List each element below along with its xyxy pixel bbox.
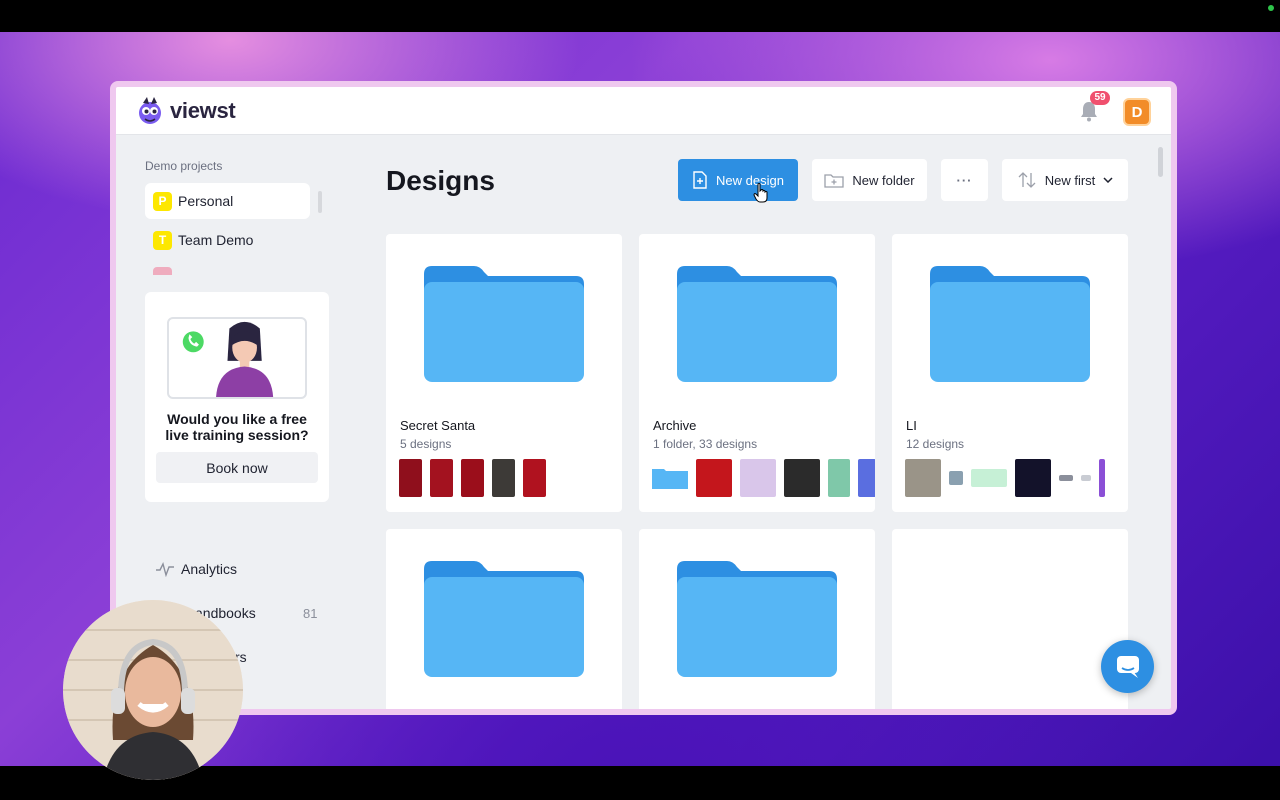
folder-name: LI	[906, 418, 917, 433]
page-title: Designs	[386, 165, 495, 196]
project-initial-badge	[153, 267, 172, 275]
folder-card[interactable]	[386, 529, 622, 709]
folder-icon	[677, 266, 837, 382]
folder-thumbnails	[652, 459, 875, 497]
subfolder-thumbnail	[652, 469, 688, 489]
folder-card-archive[interactable]: Archive 1 folder, 33 designs	[639, 234, 875, 512]
projects-section-title: Demo projects	[145, 159, 223, 173]
designs-main: Designs New design New folder ··· New fi…	[386, 147, 1171, 709]
notifications-count-badge: 59	[1090, 91, 1110, 105]
project-item-personal[interactable]: P Personal	[145, 183, 310, 219]
design-thumbnail	[430, 459, 453, 497]
app-header: viewst 59 D	[116, 87, 1171, 135]
design-thumbnail	[1099, 459, 1105, 497]
viewst-logo[interactable]: viewst	[134, 95, 236, 127]
design-thumbnail	[784, 459, 820, 497]
project-initial-badge: T	[153, 230, 172, 250]
design-thumbnail	[971, 469, 1007, 487]
brandbooks-count: 81	[303, 606, 318, 621]
folder-icon	[677, 561, 837, 677]
chat-bubble-icon	[1116, 655, 1139, 678]
design-thumbnail	[492, 459, 515, 497]
sort-label: New first	[1044, 172, 1096, 188]
folder-meta: 1 folder, 33 designs	[653, 437, 758, 451]
empty-card	[892, 529, 1128, 709]
folder-thumbnails	[399, 459, 622, 497]
folder-meta: 5 designs	[400, 437, 452, 451]
sort-dropdown[interactable]: New first	[1002, 159, 1128, 201]
project-item-team-demo[interactable]: T Team Demo	[145, 222, 310, 258]
project-initial-badge: P	[153, 191, 172, 211]
chat-support-button[interactable]	[1101, 640, 1154, 693]
user-avatar[interactable]: D	[1123, 98, 1151, 126]
more-options-icon: ···	[956, 172, 973, 188]
recording-indicator	[1268, 5, 1274, 11]
design-thumbnail	[949, 471, 963, 485]
folder-card-secret-santa[interactable]: Secret Santa 5 designs	[386, 234, 622, 512]
new-design-label: New design	[716, 172, 784, 188]
viewst-mascot-icon	[139, 97, 161, 124]
new-folder-label: New folder	[852, 172, 915, 188]
training-promo-text: Would you like a free live training sess…	[165, 411, 309, 443]
folder-card-li[interactable]: LI 12 designs	[892, 234, 1128, 512]
notifications-bell-icon[interactable]: 59	[1077, 91, 1110, 123]
design-thumbnail	[399, 459, 422, 497]
sidebar-item-analytics[interactable]: Analytics	[155, 561, 237, 577]
new-folder-button[interactable]: New folder	[812, 159, 927, 201]
design-thumbnail	[696, 459, 732, 497]
design-thumbnail	[828, 459, 850, 497]
design-thumbnail	[740, 459, 776, 497]
folder-icon	[930, 266, 1090, 382]
project-label: Personal	[178, 193, 234, 209]
folder-icon	[424, 266, 584, 382]
analytics-icon	[156, 562, 174, 577]
folder-card[interactable]	[639, 529, 875, 709]
presenter-webcam-overlay	[63, 600, 243, 780]
folder-icon	[424, 561, 584, 677]
design-thumbnail	[523, 459, 546, 497]
new-design-button[interactable]: New design	[678, 159, 798, 203]
training-promo-card: Would you like a free live training sess…	[145, 292, 329, 502]
new-folder-icon	[824, 174, 845, 188]
sort-arrows-icon	[1018, 172, 1036, 188]
sidebar-projects-scrollbar[interactable]	[318, 191, 322, 213]
design-thumbnail	[905, 459, 941, 497]
new-design-icon	[693, 171, 707, 189]
more-options-button[interactable]: ···	[941, 159, 988, 201]
main-scrollbar[interactable]	[1158, 147, 1163, 177]
book-now-button[interactable]: Book now	[156, 452, 318, 483]
app-name: viewst	[170, 98, 236, 123]
app-window: viewst 59 D Demo projects P Personal T T…	[110, 81, 1177, 715]
chevron-down-icon	[1103, 177, 1113, 183]
design-thumbnail	[1081, 475, 1091, 481]
presenter-video	[63, 600, 243, 780]
folder-thumbnails	[905, 459, 1128, 497]
training-illustration	[167, 317, 307, 399]
sidebar-item-label: Analytics	[181, 561, 238, 577]
project-label: Team Demo	[178, 232, 254, 248]
folder-meta: 12 designs	[906, 437, 965, 451]
folder-name: Archive	[653, 418, 697, 433]
screen-top-bar	[0, 0, 1280, 32]
hand-cursor-icon	[753, 183, 768, 203]
project-item-partial[interactable]	[145, 267, 310, 275]
design-thumbnail	[461, 459, 484, 497]
design-thumbnail	[1059, 475, 1073, 481]
design-thumbnail	[1015, 459, 1051, 497]
design-thumbnail	[858, 459, 875, 497]
folder-name: Secret Santa	[400, 418, 476, 433]
